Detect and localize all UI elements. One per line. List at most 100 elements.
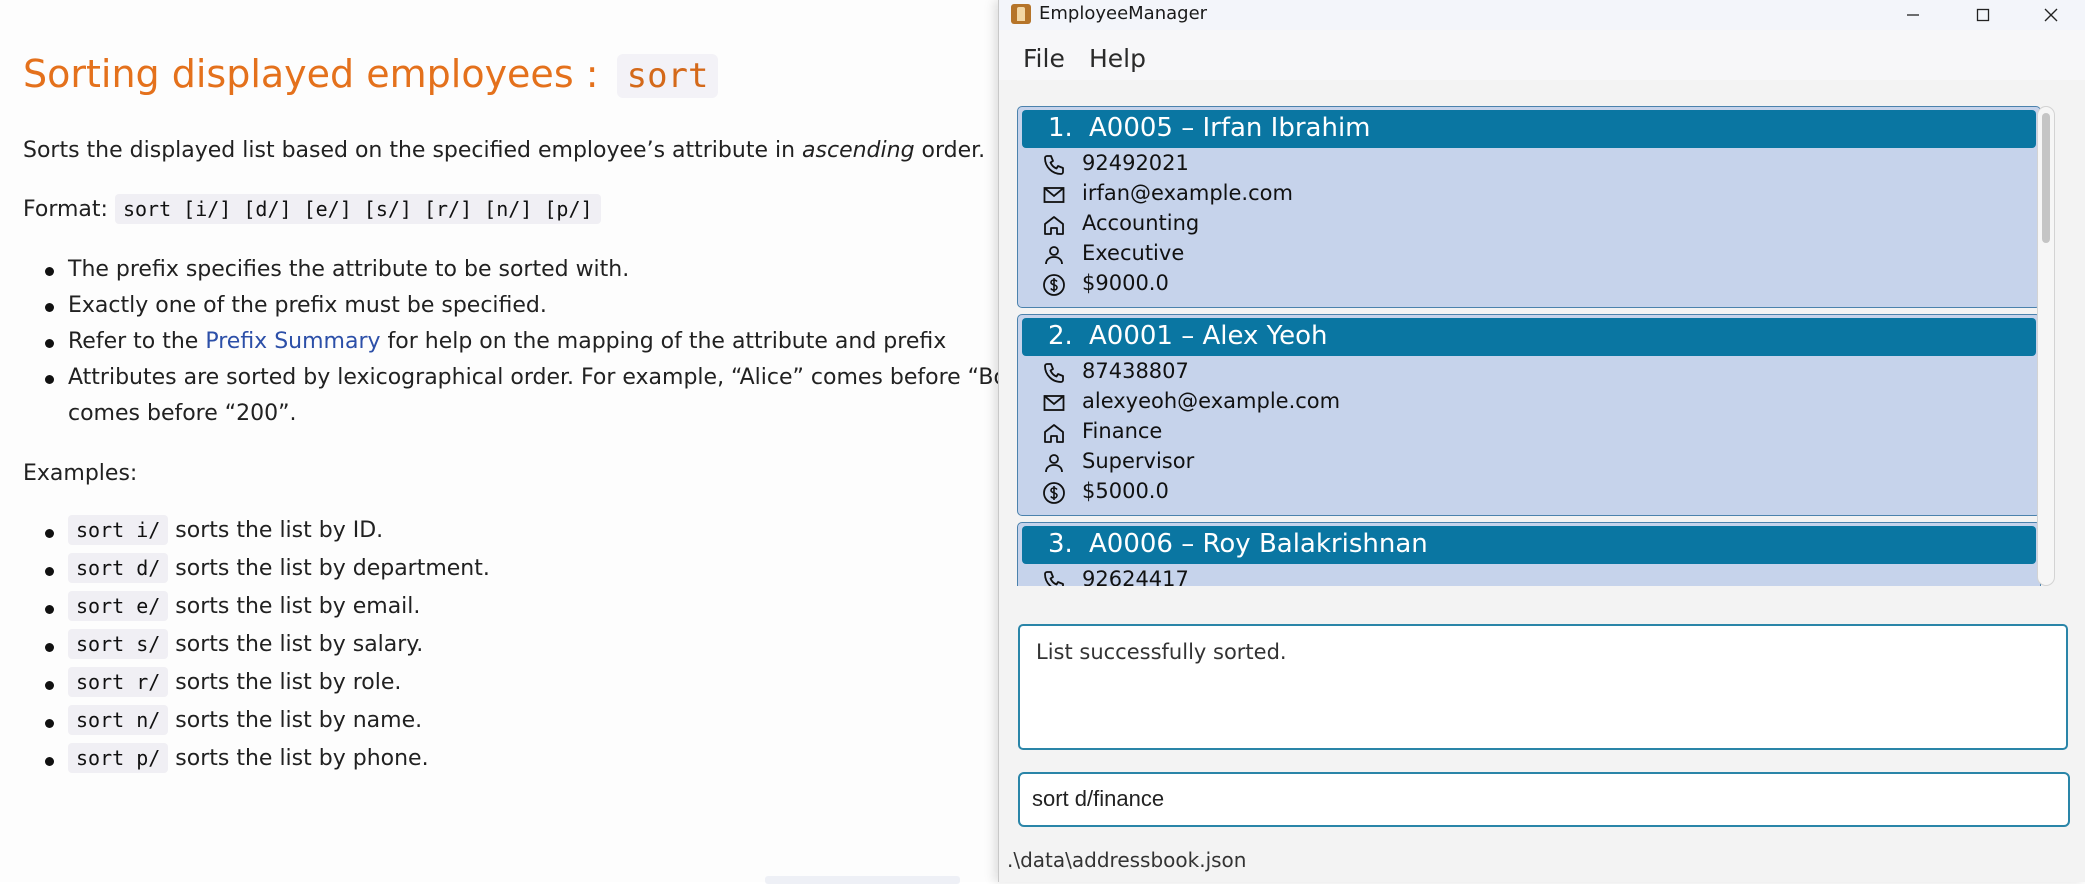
home-icon	[1044, 424, 1064, 443]
dollar-icon	[1043, 274, 1065, 296]
bullet-item: Refer to the Prefix Summary for help on …	[68, 329, 946, 354]
maximize-button[interactable]	[1949, 0, 2017, 30]
example-code: sort e/	[68, 591, 169, 621]
page-title: Sorting displayed employees : sort	[23, 52, 719, 98]
phone-value: 92492021	[1082, 151, 1189, 175]
prefix-summary-link[interactable]: Prefix Summary	[205, 329, 380, 354]
bullet-text: for help on the mapping of the attribute…	[387, 329, 947, 354]
example-item: sort i/ sorts the list by ID.	[68, 515, 384, 545]
salary-value: $5000.0	[1082, 479, 1169, 503]
employee-card[interactable]: 2. A0001 – Alex Yeoh 87438807 alexyeoh@e…	[1017, 314, 2041, 516]
title-text: Sorting displayed employees :	[23, 52, 599, 96]
scrollbar-thumb[interactable]	[2042, 113, 2050, 243]
employee-id-name: A0005 – Irfan Ibrahim	[1089, 113, 1371, 143]
window-title: EmployeeManager	[1039, 3, 1208, 24]
bullet-dot	[45, 375, 54, 384]
maximize-icon	[1976, 8, 1990, 22]
bullet-item-continued: comes before “200”.	[68, 401, 297, 426]
list-scrollbar[interactable]	[2037, 106, 2055, 586]
app-icon	[1011, 4, 1031, 24]
employee-index: 2.	[1048, 321, 1073, 351]
bullet-item: Attributes are sorted by lexicographical…	[68, 365, 1040, 390]
phone-icon	[1044, 571, 1064, 586]
department-value: Finance	[1082, 419, 1163, 443]
example-item: sort e/ sorts the list by email.	[68, 591, 421, 621]
example-desc: sorts the list by email.	[175, 594, 421, 619]
bullet-item: Exactly one of the prefix must be specif…	[68, 293, 547, 318]
command-box[interactable]	[1018, 772, 2070, 827]
salary-value: $9000.0	[1082, 271, 1169, 295]
bullet-dot	[45, 605, 54, 614]
format-paragraph: Format: sort [i/] [d/] [e/] [s/] [r/] [n…	[23, 194, 601, 224]
example-item: sort r/ sorts the list by role.	[68, 667, 401, 697]
phone-icon	[1044, 155, 1064, 175]
email-value: irfan@example.com	[1082, 181, 1293, 205]
phone-value: 87438807	[1082, 359, 1189, 383]
employee-card[interactable]: 1. A0005 – Irfan Ibrahim 92492021 irfan@…	[1017, 106, 2041, 308]
menu-help[interactable]: Help	[1089, 44, 1146, 73]
person-icon	[1045, 454, 1063, 473]
example-code: sort d/	[68, 553, 169, 583]
example-desc: sorts the list by salary.	[175, 632, 424, 657]
phone-value: 92624417	[1082, 567, 1189, 586]
menu-file[interactable]: File	[1023, 44, 1065, 73]
employee-index: 3.	[1048, 529, 1073, 559]
dollar-icon	[1043, 482, 1065, 504]
home-icon	[1044, 216, 1064, 235]
intro-paragraph: Sorts the displayed list based on the sp…	[23, 138, 985, 163]
example-desc: sorts the list by department.	[175, 556, 490, 581]
example-item: sort n/ sorts the list by name.	[68, 705, 423, 735]
command-input[interactable]	[1032, 784, 2042, 814]
intro-text-end: order.	[914, 138, 986, 163]
example-desc: sorts the list by ID.	[175, 518, 384, 543]
intro-text: Sorts the displayed list based on the sp…	[23, 138, 803, 163]
close-button[interactable]	[2017, 0, 2085, 30]
example-code: sort s/	[68, 629, 169, 659]
email-value: alexyeoh@example.com	[1082, 389, 1341, 413]
bullet-dot	[45, 757, 54, 766]
example-item: sort d/ sorts the list by department.	[68, 553, 490, 583]
minimize-icon	[1907, 14, 1919, 16]
bullet-text: Refer to the	[68, 329, 199, 354]
status-bar-path: .\data\addressbook.json	[1007, 848, 1247, 872]
bullet-dot	[45, 643, 54, 652]
documentation-page: Sorting displayed employees : sort Sorts…	[0, 0, 1039, 884]
example-desc: sorts the list by name.	[175, 708, 423, 733]
example-item: sort p/ sorts the list by phone.	[68, 743, 429, 773]
bullet-dot	[45, 681, 54, 690]
role-value: Supervisor	[1082, 449, 1195, 473]
result-display: List successfully sorted.	[1018, 624, 2068, 750]
bullet-item: The prefix specifies the attribute to be…	[68, 257, 630, 282]
employee-manager-window: EmployeeManager File Help 1. A0005 – Irf…	[998, 0, 2085, 882]
employee-list[interactable]: 1. A0005 – Irfan Ibrahim 92492021 irfan@…	[1015, 106, 2053, 586]
employee-card[interactable]: 3. A0006 – Roy Balakrishnan 92624417	[1017, 522, 2041, 586]
title-code: sort	[616, 54, 719, 98]
result-text: List successfully sorted.	[1036, 640, 1287, 664]
close-icon	[2044, 8, 2058, 22]
example-code: sort i/	[68, 515, 169, 545]
bullet-dot	[45, 719, 54, 728]
department-value: Accounting	[1082, 211, 1200, 235]
example-code: sort p/	[68, 743, 169, 773]
bullet-dot	[45, 567, 54, 576]
minimize-button[interactable]	[1879, 0, 1947, 30]
menu-bar: File Help	[999, 30, 2085, 80]
employee-card-header: 3. A0006 – Roy Balakrishnan	[1022, 526, 2036, 564]
employee-index: 1.	[1048, 113, 1073, 143]
partial-code-chip	[765, 876, 960, 884]
mail-icon	[1043, 395, 1065, 411]
format-code: sort [i/] [d/] [e/] [s/] [r/] [n/] [p/]	[114, 194, 601, 224]
bullet-dot	[45, 529, 54, 538]
employee-id-name: A0006 – Roy Balakrishnan	[1089, 529, 1428, 559]
employee-card-header: 2. A0001 – Alex Yeoh	[1022, 318, 2036, 356]
employee-id-name: A0001 – Alex Yeoh	[1089, 321, 1328, 351]
examples-label: Examples:	[23, 461, 138, 486]
intro-emphasis: ascending	[802, 138, 915, 163]
bullet-dot	[45, 339, 54, 348]
title-bar[interactable]: EmployeeManager	[999, 0, 2085, 30]
example-item: sort s/ sorts the list by salary.	[68, 629, 424, 659]
example-desc: sorts the list by phone.	[175, 746, 429, 771]
format-label: Format:	[23, 197, 108, 222]
role-value: Executive	[1082, 241, 1185, 265]
employee-card-header: 1. A0005 – Irfan Ibrahim	[1022, 110, 2036, 148]
